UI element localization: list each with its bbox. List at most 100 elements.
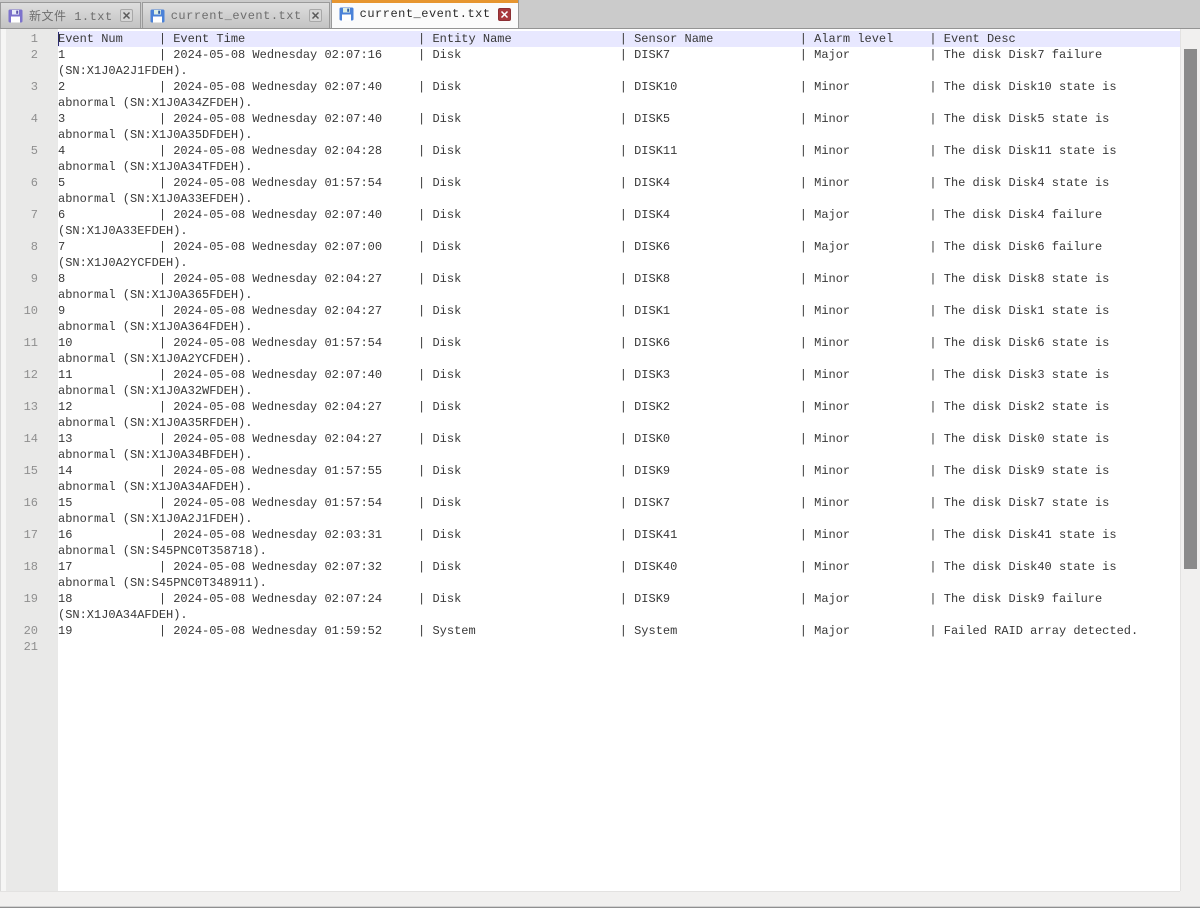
- editor-line: 3 | 2024-05-08 Wednesday 02:07:40 | Disk…: [58, 111, 1180, 127]
- editor-line: abnormal (SN:X1J0A365FDEH).: [58, 287, 1180, 303]
- tab-bar: 新文件 1.txt current_event.txt: [0, 0, 1200, 29]
- line-number: [0, 479, 58, 495]
- line-number: 13: [0, 399, 58, 415]
- save-icon: [150, 9, 165, 23]
- editor-line: 4 | 2024-05-08 Wednesday 02:04:28 | Disk…: [58, 143, 1180, 159]
- editor-line: abnormal (SN:X1J0A34AFDEH).: [58, 479, 1180, 495]
- tab-label: current_event.txt: [171, 9, 302, 23]
- editor-line: 13 | 2024-05-08 Wednesday 02:04:27 | Dis…: [58, 431, 1180, 447]
- editor-line: 7 | 2024-05-08 Wednesday 02:07:00 | Disk…: [58, 239, 1180, 255]
- tab-new-file-1[interactable]: 新文件 1.txt: [0, 2, 141, 28]
- line-number: [0, 351, 58, 367]
- line-number: 21: [0, 639, 58, 655]
- line-number: [0, 511, 58, 527]
- vertical-scrollbar-thumb[interactable]: [1184, 49, 1197, 569]
- editor-line: 8 | 2024-05-08 Wednesday 02:04:27 | Disk…: [58, 271, 1180, 287]
- text-content[interactable]: Event Num | Event Time | Entity Name | S…: [58, 29, 1180, 891]
- editor-line: 1 | 2024-05-08 Wednesday 02:07:16 | Disk…: [58, 47, 1180, 63]
- line-number: [0, 63, 58, 79]
- line-number: 2: [0, 47, 58, 63]
- editor-line: abnormal (SN:X1J0A32WFDEH).: [58, 383, 1180, 399]
- line-number: [0, 95, 58, 111]
- text-caret: [58, 32, 59, 46]
- line-number: 5: [0, 143, 58, 159]
- editor-line: 2 | 2024-05-08 Wednesday 02:07:40 | Disk…: [58, 79, 1180, 95]
- close-icon[interactable]: [498, 8, 511, 21]
- close-icon[interactable]: [309, 9, 322, 22]
- vertical-scrollbar[interactable]: [1180, 29, 1200, 891]
- line-number: 12: [0, 367, 58, 383]
- editor-line: [58, 639, 1180, 655]
- editor-line: 12 | 2024-05-08 Wednesday 02:04:27 | Dis…: [58, 399, 1180, 415]
- line-number: 14: [0, 431, 58, 447]
- editor-line: (SN:X1J0A2YCFDEH).: [58, 255, 1180, 271]
- scrollbar-corner: [1180, 891, 1200, 906]
- editor-area[interactable]: 123456789101112131415161718192021 Event …: [0, 29, 1200, 906]
- line-number: [0, 607, 58, 623]
- editor-line: (SN:X1J0A2J1FDEH).: [58, 63, 1180, 79]
- line-number: 15: [0, 463, 58, 479]
- line-number: [0, 575, 58, 591]
- line-number: 6: [0, 175, 58, 191]
- line-number: [0, 127, 58, 143]
- editor-line: 18 | 2024-05-08 Wednesday 02:07:24 | Dis…: [58, 591, 1180, 607]
- line-number: [0, 191, 58, 207]
- editor-line: 19 | 2024-05-08 Wednesday 01:59:52 | Sys…: [58, 623, 1180, 639]
- line-number: 20: [0, 623, 58, 639]
- tab-label: current_event.txt: [360, 7, 491, 21]
- editor-line: abnormal (SN:X1J0A35DFDEH).: [58, 127, 1180, 143]
- editor-line: abnormal (SN:S45PNC0T348911).: [58, 575, 1180, 591]
- line-number-gutter: 123456789101112131415161718192021: [0, 29, 58, 891]
- editor-line: (SN:X1J0A34AFDEH).: [58, 607, 1180, 623]
- editor-line-current: Event Num | Event Time | Entity Name | S…: [58, 31, 1180, 47]
- line-number: 3: [0, 79, 58, 95]
- save-icon: [8, 9, 23, 23]
- line-number: 17: [0, 527, 58, 543]
- editor-line: 14 | 2024-05-08 Wednesday 01:57:55 | Dis…: [58, 463, 1180, 479]
- editor-line: abnormal (SN:X1J0A34BFDEH).: [58, 447, 1180, 463]
- line-number: [0, 223, 58, 239]
- text-editor-window: 新文件 1.txt current_event.txt: [0, 0, 1200, 908]
- editor-line: 6 | 2024-05-08 Wednesday 02:07:40 | Disk…: [58, 207, 1180, 223]
- close-icon[interactable]: [120, 9, 133, 22]
- editor-line: 17 | 2024-05-08 Wednesday 02:07:32 | Dis…: [58, 559, 1180, 575]
- line-number: [0, 255, 58, 271]
- editor-line: abnormal (SN:X1J0A364FDEH).: [58, 319, 1180, 335]
- tab-label: 新文件 1.txt: [29, 7, 113, 24]
- editor-line: abnormal (SN:X1J0A2YCFDEH).: [58, 351, 1180, 367]
- editor-line: abnormal (SN:X1J0A34TFDEH).: [58, 159, 1180, 175]
- line-number: [0, 447, 58, 463]
- editor-line: abnormal (SN:S45PNC0T358718).: [58, 543, 1180, 559]
- tab-current-event-1[interactable]: current_event.txt: [142, 2, 330, 28]
- editor-line: 9 | 2024-05-08 Wednesday 02:04:27 | Disk…: [58, 303, 1180, 319]
- line-number: [0, 543, 58, 559]
- line-number: [0, 415, 58, 431]
- editor-line: (SN:X1J0A33EFDEH).: [58, 223, 1180, 239]
- editor-line: 15 | 2024-05-08 Wednesday 01:57:54 | Dis…: [58, 495, 1180, 511]
- editor-line: 10 | 2024-05-08 Wednesday 01:57:54 | Dis…: [58, 335, 1180, 351]
- editor-line: abnormal (SN:X1J0A2J1FDEH).: [58, 511, 1180, 527]
- line-number: 11: [0, 335, 58, 351]
- editor-line: abnormal (SN:X1J0A35RFDEH).: [58, 415, 1180, 431]
- line-number: 16: [0, 495, 58, 511]
- line-number: [0, 383, 58, 399]
- editor-line: abnormal (SN:X1J0A34ZFDEH).: [58, 95, 1180, 111]
- editor-line: abnormal (SN:X1J0A33EFDEH).: [58, 191, 1180, 207]
- line-number: 19: [0, 591, 58, 607]
- line-number: 9: [0, 271, 58, 287]
- editor-line: 16 | 2024-05-08 Wednesday 02:03:31 | Dis…: [58, 527, 1180, 543]
- line-number: 10: [0, 303, 58, 319]
- line-number: [0, 319, 58, 335]
- line-number: [0, 287, 58, 303]
- save-icon: [339, 7, 354, 21]
- line-number: 7: [0, 207, 58, 223]
- line-number: 4: [0, 111, 58, 127]
- editor-line: 11 | 2024-05-08 Wednesday 02:07:40 | Dis…: [58, 367, 1180, 383]
- horizontal-scrollbar[interactable]: [0, 891, 1180, 906]
- line-number: 18: [0, 559, 58, 575]
- tab-current-event-2-active[interactable]: current_event.txt: [331, 0, 519, 28]
- line-number: [0, 159, 58, 175]
- line-number: 8: [0, 239, 58, 255]
- editor-line: 5 | 2024-05-08 Wednesday 01:57:54 | Disk…: [58, 175, 1180, 191]
- line-number: 1: [0, 31, 58, 47]
